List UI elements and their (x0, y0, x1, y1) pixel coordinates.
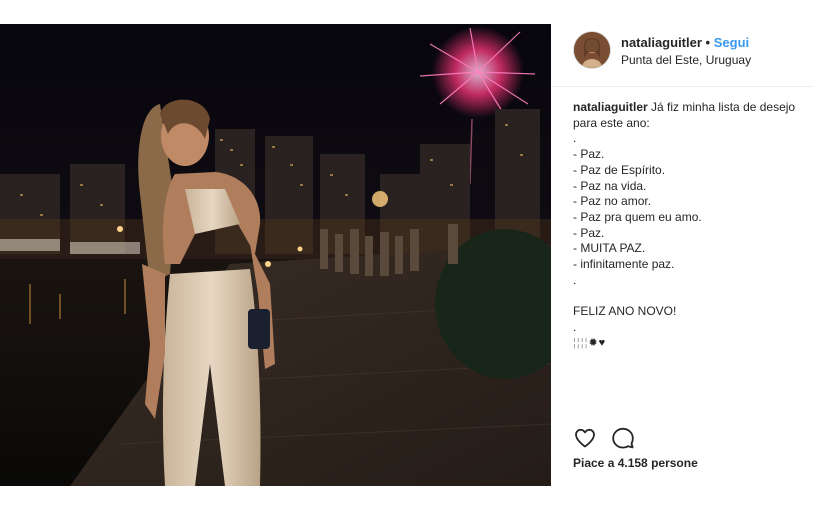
heart-icon (575, 428, 595, 448)
post-side-panel: nataliaguitler • Segui Punta del Este, U… (551, 24, 814, 486)
caption-line: - infinitamente paz. (573, 257, 675, 272)
avatar-image (574, 32, 610, 68)
caption-line: - Paz no amor. (573, 194, 652, 209)
post-photo[interactable] (0, 24, 551, 486)
caption-line: - Paz. (573, 147, 605, 162)
caption-line: FELIZ ANO NOVO! (573, 304, 677, 319)
like-button[interactable] (573, 426, 597, 450)
comment-icon (612, 427, 634, 449)
post-caption: nataliaguitler Já fiz minha lista de des… (573, 100, 805, 351)
comment-button[interactable] (611, 426, 635, 450)
caption-line: - MUITA PAZ. (573, 241, 646, 256)
caption-line: . (573, 319, 577, 334)
caption-username[interactable]: nataliaguitler (573, 100, 648, 114)
caption-first-line: nataliaguitler Já fiz minha lista de des… (573, 100, 805, 131)
post-header: nataliaguitler • Segui Punta del Este, U… (551, 24, 814, 87)
username-row: nataliaguitler • Segui (621, 35, 749, 50)
black-heart-icon: ♥ (598, 336, 607, 349)
likes-count[interactable]: Piace a 4.158 persone (573, 456, 698, 470)
username-link[interactable]: nataliaguitler (621, 35, 702, 50)
photo-night-scene (0, 24, 551, 486)
caption-line: - Paz. (573, 225, 605, 240)
caption-line: - Paz pra quem eu amo. (573, 209, 702, 224)
caption-line: - Paz na vida. (573, 178, 647, 193)
separator-dot: • (705, 35, 711, 50)
caption-line: . (573, 272, 577, 287)
instagram-post: nataliaguitler • Segui Punta del Este, U… (0, 24, 814, 486)
caption-emoji-line: ¦¦¦¦✹♥ (573, 336, 805, 352)
avatar[interactable] (573, 31, 611, 69)
follow-button[interactable]: Segui (714, 35, 749, 50)
sparkle-icon: ✹ (588, 336, 599, 349)
caption-line: . (573, 131, 577, 146)
post-actions (573, 426, 653, 450)
faint-marks: ¦¦¦¦ (573, 336, 589, 349)
caption-line: - Paz de Espírito. (573, 162, 666, 177)
location-link[interactable]: Punta del Este, Uruguay (621, 53, 751, 67)
